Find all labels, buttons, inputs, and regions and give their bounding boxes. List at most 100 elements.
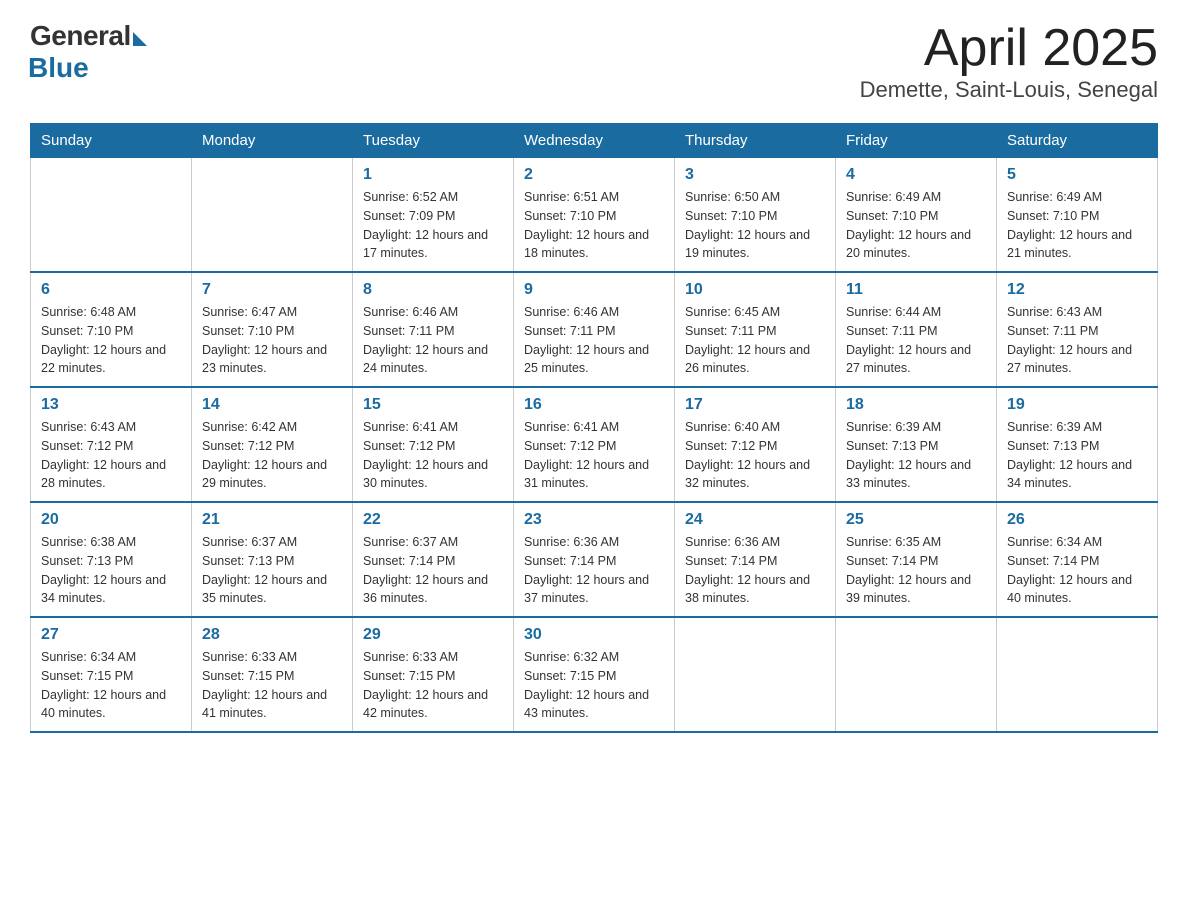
calendar-cell: 11 Sunrise: 6:44 AMSunset: 7:11 PMDayligh… xyxy=(836,272,997,387)
day-number: 25 xyxy=(846,511,986,529)
calendar-cell: 5 Sunrise: 6:49 AMSunset: 7:10 PMDaylight… xyxy=(997,158,1158,273)
calendar-cell: 8Sunrise: 6:46 AMSunset: 7:11 PMDaylight… xyxy=(353,272,514,387)
day-info: Sunrise: 6:40 AMSunset: 7:12 PMDaylight:… xyxy=(685,418,825,493)
calendar-week-row: 27 Sunrise: 6:34 AMSunset: 7:15 PMDayligh… xyxy=(31,617,1158,732)
day-info: Sunrise: 6:52 AMSunset: 7:09 PMDaylight:… xyxy=(363,188,503,263)
day-number: 13 xyxy=(41,396,181,414)
day-number: 26 xyxy=(1007,511,1147,529)
day-number: 20 xyxy=(41,511,181,529)
calendar-cell: 6 Sunrise: 6:48 AMSunset: 7:10 PMDaylight… xyxy=(31,272,192,387)
day-number: 6 xyxy=(41,281,181,299)
calendar-week-row: 6 Sunrise: 6:48 AMSunset: 7:10 PMDaylight… xyxy=(31,272,1158,387)
logo: General Blue xyxy=(30,20,147,84)
day-number: 22 xyxy=(363,511,503,529)
day-info: Sunrise: 6:51 AMSunset: 7:10 PMDaylight:… xyxy=(524,188,664,263)
calendar-cell: 19Sunrise: 6:39 AMSunset: 7:13 PMDayligh… xyxy=(997,387,1158,502)
day-info: Sunrise: 6:42 AMSunset: 7:12 PMDaylight:… xyxy=(202,418,342,493)
day-number: 2 xyxy=(524,166,664,184)
day-info: Sunrise: 6:39 AMSunset: 7:13 PMDaylight:… xyxy=(846,418,986,493)
day-number: 12 xyxy=(1007,281,1147,299)
day-info: Sunrise: 6:44 AMSunset: 7:11 PMDaylight:… xyxy=(846,303,986,378)
day-info: Sunrise: 6:38 AMSunset: 7:13 PMDaylight:… xyxy=(41,533,181,608)
day-info: Sunrise: 6:37 AMSunset: 7:13 PMDaylight:… xyxy=(202,533,342,608)
calendar-week-row: 13 Sunrise: 6:43 AMSunset: 7:12 PMDayligh… xyxy=(31,387,1158,502)
calendar-cell: 29 Sunrise: 6:33 AMSunset: 7:15 PMDayligh… xyxy=(353,617,514,732)
day-number: 4 xyxy=(846,166,986,184)
calendar-day-header: Saturday xyxy=(997,124,1158,158)
calendar-cell: 27 Sunrise: 6:34 AMSunset: 7:15 PMDayligh… xyxy=(31,617,192,732)
calendar-cell: 30 Sunrise: 6:32 AMSunset: 7:15 PMDayligh… xyxy=(514,617,675,732)
calendar-week-row: 1 Sunrise: 6:52 AMSunset: 7:09 PMDaylight… xyxy=(31,158,1158,273)
day-info: Sunrise: 6:43 AMSunset: 7:11 PMDaylight:… xyxy=(1007,303,1147,378)
day-number: 17 xyxy=(685,396,825,414)
day-number: 23 xyxy=(524,511,664,529)
day-info: Sunrise: 6:46 AMSunset: 7:11 PMDaylight:… xyxy=(524,303,664,378)
calendar-cell: 15Sunrise: 6:41 AMSunset: 7:12 PMDayligh… xyxy=(353,387,514,502)
title-block: April 2025 Demette, Saint-Louis, Senegal xyxy=(860,20,1158,103)
calendar-week-row: 20 Sunrise: 6:38 AMSunset: 7:13 PMDayligh… xyxy=(31,502,1158,617)
calendar-cell: 7Sunrise: 6:47 AMSunset: 7:10 PMDaylight… xyxy=(192,272,353,387)
day-info: Sunrise: 6:33 AMSunset: 7:15 PMDaylight:… xyxy=(202,648,342,723)
calendar-day-header: Tuesday xyxy=(353,124,514,158)
day-number: 3 xyxy=(685,166,825,184)
calendar-table: SundayMondayTuesdayWednesdayThursdayFrid… xyxy=(30,123,1158,733)
day-info: Sunrise: 6:48 AMSunset: 7:10 PMDaylight:… xyxy=(41,303,181,378)
day-info: Sunrise: 6:49 AMSunset: 7:10 PMDaylight:… xyxy=(1007,188,1147,263)
calendar-day-header: Monday xyxy=(192,124,353,158)
calendar-cell: 23 Sunrise: 6:36 AMSunset: 7:14 PMDayligh… xyxy=(514,502,675,617)
day-info: Sunrise: 6:41 AMSunset: 7:12 PMDaylight:… xyxy=(363,418,503,493)
calendar-cell: 3 Sunrise: 6:50 AMSunset: 7:10 PMDaylight… xyxy=(675,158,836,273)
calendar-cell xyxy=(997,617,1158,732)
calendar-cell: 28Sunrise: 6:33 AMSunset: 7:15 PMDayligh… xyxy=(192,617,353,732)
calendar-day-header: Sunday xyxy=(31,124,192,158)
calendar-cell: 26Sunrise: 6:34 AMSunset: 7:14 PMDayligh… xyxy=(997,502,1158,617)
calendar-cell: 2 Sunrise: 6:51 AMSunset: 7:10 PMDaylight… xyxy=(514,158,675,273)
calendar-cell: 22 Sunrise: 6:37 AMSunset: 7:14 PMDayligh… xyxy=(353,502,514,617)
day-number: 30 xyxy=(524,626,664,644)
logo-general-text: General xyxy=(30,20,131,52)
day-info: Sunrise: 6:47 AMSunset: 7:10 PMDaylight:… xyxy=(202,303,342,378)
day-info: Sunrise: 6:41 AMSunset: 7:12 PMDaylight:… xyxy=(524,418,664,493)
day-number: 16 xyxy=(524,396,664,414)
day-number: 18 xyxy=(846,396,986,414)
calendar-cell: 4Sunrise: 6:49 AMSunset: 7:10 PMDaylight… xyxy=(836,158,997,273)
calendar-cell: 25 Sunrise: 6:35 AMSunset: 7:14 PMDayligh… xyxy=(836,502,997,617)
calendar-cell xyxy=(192,158,353,273)
day-info: Sunrise: 6:36 AMSunset: 7:14 PMDaylight:… xyxy=(685,533,825,608)
calendar-header-row: SundayMondayTuesdayWednesdayThursdayFrid… xyxy=(31,124,1158,158)
calendar-day-header: Wednesday xyxy=(514,124,675,158)
calendar-cell xyxy=(836,617,997,732)
day-info: Sunrise: 6:33 AMSunset: 7:15 PMDaylight:… xyxy=(363,648,503,723)
day-info: Sunrise: 6:43 AMSunset: 7:12 PMDaylight:… xyxy=(41,418,181,493)
calendar-cell: 18 Sunrise: 6:39 AMSunset: 7:13 PMDayligh… xyxy=(836,387,997,502)
day-info: Sunrise: 6:32 AMSunset: 7:15 PMDaylight:… xyxy=(524,648,664,723)
calendar-day-header: Thursday xyxy=(675,124,836,158)
calendar-cell xyxy=(675,617,836,732)
day-number: 21 xyxy=(202,511,342,529)
day-info: Sunrise: 6:50 AMSunset: 7:10 PMDaylight:… xyxy=(685,188,825,263)
day-number: 1 xyxy=(363,166,503,184)
calendar-cell: 14Sunrise: 6:42 AMSunset: 7:12 PMDayligh… xyxy=(192,387,353,502)
logo-blue-text: Blue xyxy=(28,52,89,84)
day-number: 5 xyxy=(1007,166,1147,184)
calendar-title: April 2025 xyxy=(860,20,1158,77)
day-number: 29 xyxy=(363,626,503,644)
calendar-cell: 10 Sunrise: 6:45 AMSunset: 7:11 PMDayligh… xyxy=(675,272,836,387)
day-info: Sunrise: 6:36 AMSunset: 7:14 PMDaylight:… xyxy=(524,533,664,608)
day-info: Sunrise: 6:46 AMSunset: 7:11 PMDaylight:… xyxy=(363,303,503,378)
calendar-cell: 16 Sunrise: 6:41 AMSunset: 7:12 PMDayligh… xyxy=(514,387,675,502)
day-info: Sunrise: 6:45 AMSunset: 7:11 PMDaylight:… xyxy=(685,303,825,378)
day-info: Sunrise: 6:34 AMSunset: 7:15 PMDaylight:… xyxy=(41,648,181,723)
day-info: Sunrise: 6:35 AMSunset: 7:14 PMDaylight:… xyxy=(846,533,986,608)
calendar-cell: 24 Sunrise: 6:36 AMSunset: 7:14 PMDayligh… xyxy=(675,502,836,617)
day-number: 24 xyxy=(685,511,825,529)
day-info: Sunrise: 6:37 AMSunset: 7:14 PMDaylight:… xyxy=(363,533,503,608)
day-number: 11 xyxy=(846,281,986,299)
day-number: 27 xyxy=(41,626,181,644)
calendar-day-header: Friday xyxy=(836,124,997,158)
calendar-cell: 21 Sunrise: 6:37 AMSunset: 7:13 PMDayligh… xyxy=(192,502,353,617)
calendar-cell: 13 Sunrise: 6:43 AMSunset: 7:12 PMDayligh… xyxy=(31,387,192,502)
day-number: 9 xyxy=(524,281,664,299)
calendar-cell: 20 Sunrise: 6:38 AMSunset: 7:13 PMDayligh… xyxy=(31,502,192,617)
day-number: 10 xyxy=(685,281,825,299)
